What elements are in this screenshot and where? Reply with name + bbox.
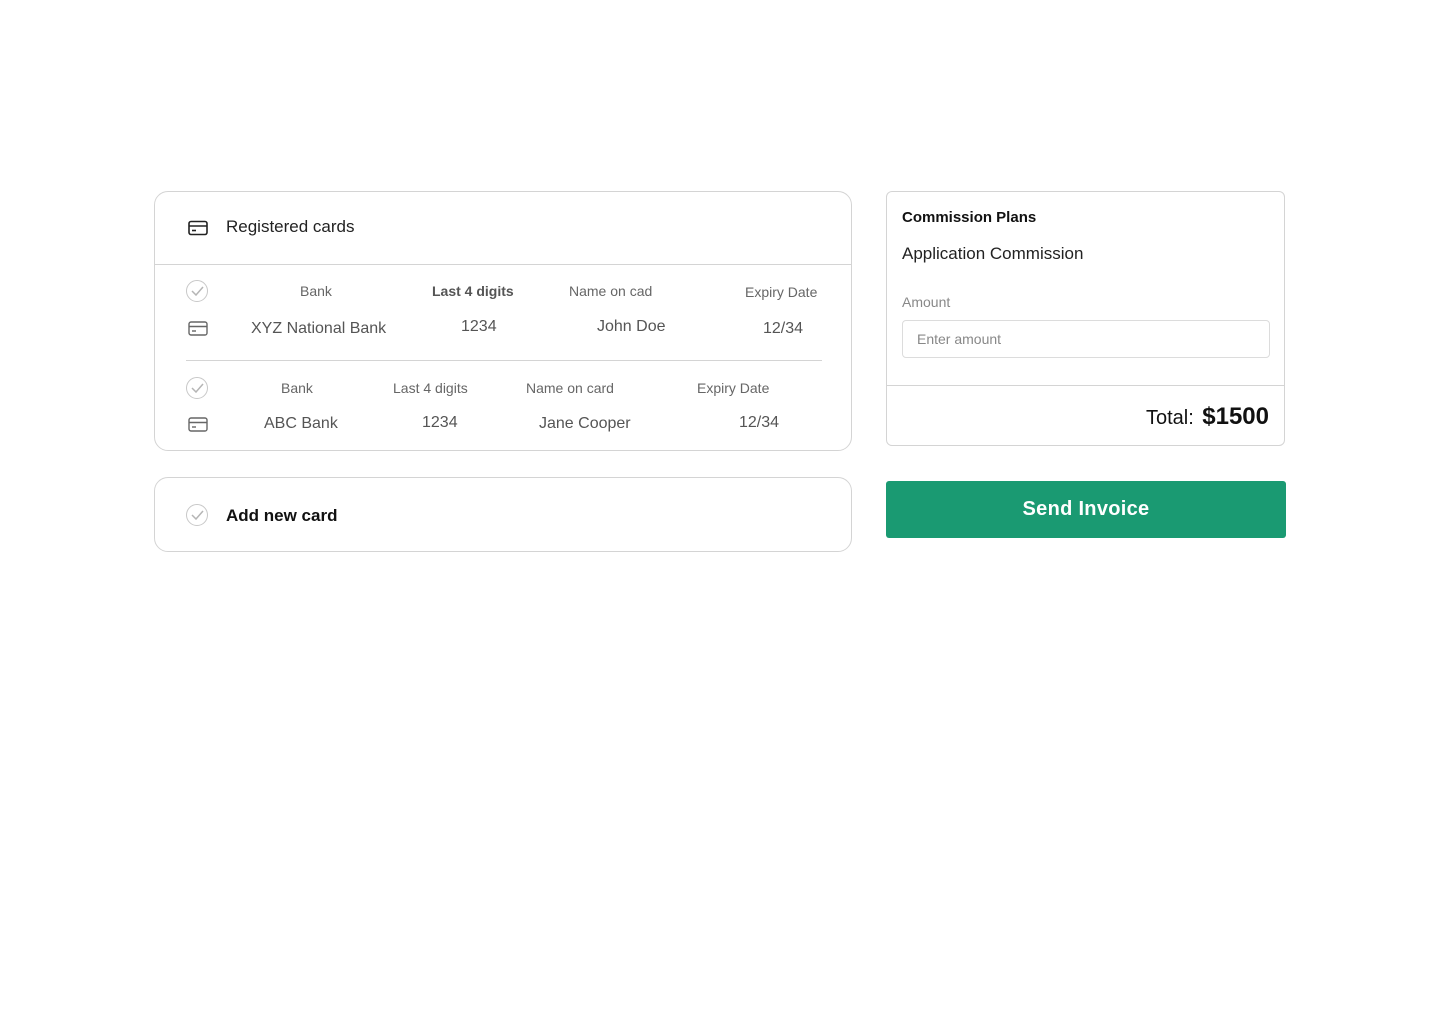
send-invoice-button[interactable]: Send Invoice bbox=[886, 481, 1286, 538]
name-label: Name on card bbox=[526, 380, 614, 396]
bank-value: ABC Bank bbox=[264, 415, 338, 432]
bank-value: XYZ National Bank bbox=[251, 320, 387, 337]
expiry-value: 12/34 bbox=[739, 414, 780, 431]
amount-input[interactable] bbox=[902, 320, 1270, 358]
credit-card-icon bbox=[188, 417, 208, 432]
amount-label: Amount bbox=[902, 294, 951, 310]
commission-plans-panel: Commission Plans Application Commission … bbox=[886, 191, 1285, 446]
card-row[interactable]: Bank Last 4 digits Name on cad Expiry Da… bbox=[155, 278, 851, 358]
name-value: John Doe bbox=[597, 318, 666, 335]
credit-card-icon bbox=[188, 321, 208, 336]
total-display: Total: $1500 bbox=[1146, 403, 1269, 431]
card-row[interactable]: Bank Last 4 digits Name on card Expiry D… bbox=[155, 375, 851, 455]
registered-cards-panel: Registered cards Bank Last 4 digits Name… bbox=[154, 191, 852, 451]
bank-label: Bank bbox=[300, 283, 332, 299]
bank-label: Bank bbox=[281, 380, 313, 396]
credit-card-icon bbox=[188, 220, 208, 236]
expiry-label: Expiry Date bbox=[697, 380, 770, 396]
commission-plan-name: Application Commission bbox=[902, 244, 1084, 263]
last4-value: 1234 bbox=[422, 414, 458, 431]
expiry-label: Expiry Date bbox=[745, 284, 818, 300]
expiry-value: 12/34 bbox=[763, 320, 804, 337]
registered-cards-title: Registered cards bbox=[226, 217, 355, 236]
last4-label: Last 4 digits bbox=[393, 380, 468, 396]
add-new-card-label: Add new card bbox=[226, 506, 338, 525]
name-value: Jane Cooper bbox=[539, 415, 631, 432]
check-circle-icon[interactable] bbox=[186, 504, 208, 526]
check-circle-icon[interactable] bbox=[186, 377, 208, 399]
row-divider bbox=[186, 360, 822, 361]
name-label: Name on cad bbox=[569, 283, 653, 299]
add-new-card-option[interactable]: Add new card bbox=[154, 477, 852, 552]
registered-cards-header: Registered cards bbox=[155, 192, 851, 265]
total-value: $1500 bbox=[1202, 403, 1269, 430]
commission-divider bbox=[887, 385, 1284, 386]
commission-plans-title: Commission Plans bbox=[902, 209, 1037, 226]
last4-value: 1234 bbox=[461, 318, 497, 335]
check-circle-icon[interactable] bbox=[186, 280, 208, 302]
last4-label: Last 4 digits bbox=[432, 283, 514, 299]
total-label: Total: bbox=[1145, 407, 1194, 429]
